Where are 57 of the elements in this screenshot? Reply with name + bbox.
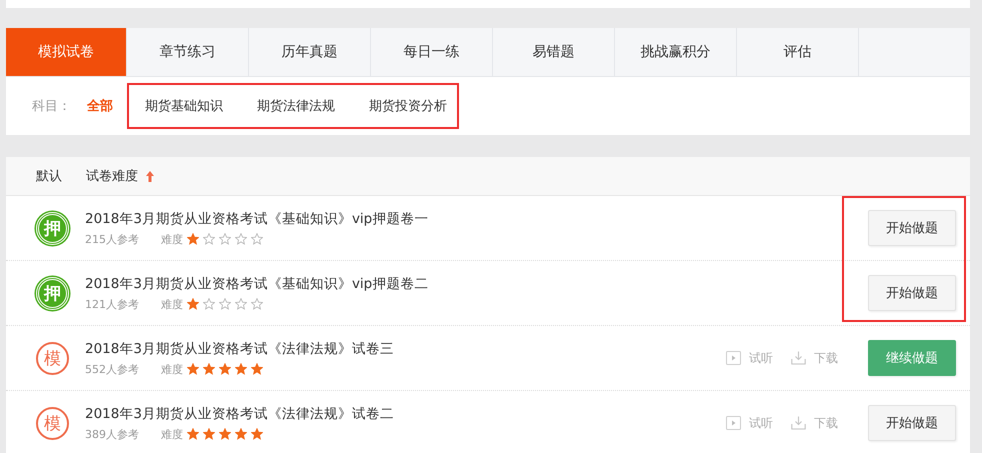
download-icon [791,416,806,430]
star-icon [219,428,231,440]
start-button[interactable]: 开始做题 [868,275,956,311]
tab[interactable]: 挑战赢积分 [615,28,737,76]
subject-option[interactable]: 期货法律法规 [257,97,335,115]
tab[interactable]: 易错题 [493,28,615,76]
paper-title[interactable]: 2018年3月期货从业资格考试《基础知识》vip押题卷一 [85,210,838,228]
paper-badge: 押 [36,212,69,244]
star-icon [219,298,231,310]
star-icon [235,298,247,310]
start-button[interactable]: 开始做题 [868,210,956,246]
paper-badge: 模 [36,406,69,440]
play-icon [726,351,741,365]
difficulty-label: 难度 [161,232,183,246]
star-icon [187,363,199,375]
paper-title[interactable]: 2018年3月期货从业资格考试《基础知识》vip押题卷二 [85,274,838,292]
star-icon [203,298,215,310]
star-icon [219,233,231,245]
star-icon [235,233,247,245]
star-icon [235,428,247,440]
paper-title[interactable]: 2018年3月期货从业资格考试《法律法规》试卷三 [85,340,726,358]
star-icon [219,363,231,375]
tab[interactable]: 模拟试卷 [6,28,127,76]
subject-option[interactable]: 期货投资分析 [369,97,447,115]
difficulty-label: 难度 [161,296,183,312]
tab[interactable]: 每日一练 [371,28,493,76]
play-icon [726,416,741,430]
star-icon [203,233,215,245]
subject-option[interactable]: 全部 [87,97,113,115]
download-icon [791,351,806,365]
star-icon [251,363,263,375]
tab[interactable]: 评估 [737,28,859,76]
difficulty-label: 难度 [161,362,183,376]
difficulty-label: 难度 [161,426,183,442]
participant-count: 552人参考 [85,362,140,376]
subject-label: 科目： [32,98,71,115]
start-button[interactable]: 开始做题 [868,405,956,441]
paper-badge: 模 [36,342,69,374]
star-icon [187,233,199,245]
star-icon [235,363,247,375]
star-icon [203,363,215,375]
star-icon [251,233,263,245]
star-icon [187,298,199,310]
subject-option[interactable]: 期货基础知识 [145,97,223,115]
participant-count: 121人参考 [85,296,140,312]
sort-option[interactable]: 默认 [36,167,62,185]
participant-count: 215人参考 [85,232,140,246]
star-icon [251,428,263,440]
paper-title[interactable]: 2018年3月期货从业资格考试《法律法规》试卷二 [85,404,726,422]
tab[interactable]: 历年真题 [249,28,371,76]
star-icon [203,428,215,440]
star-icon [187,428,199,440]
tab[interactable]: 章节练习 [127,28,249,76]
participant-count: 389人参考 [85,426,140,442]
sort-option[interactable]: 试卷难度 [86,167,154,185]
star-icon [251,298,263,310]
paper-badge: 押 [36,276,69,310]
